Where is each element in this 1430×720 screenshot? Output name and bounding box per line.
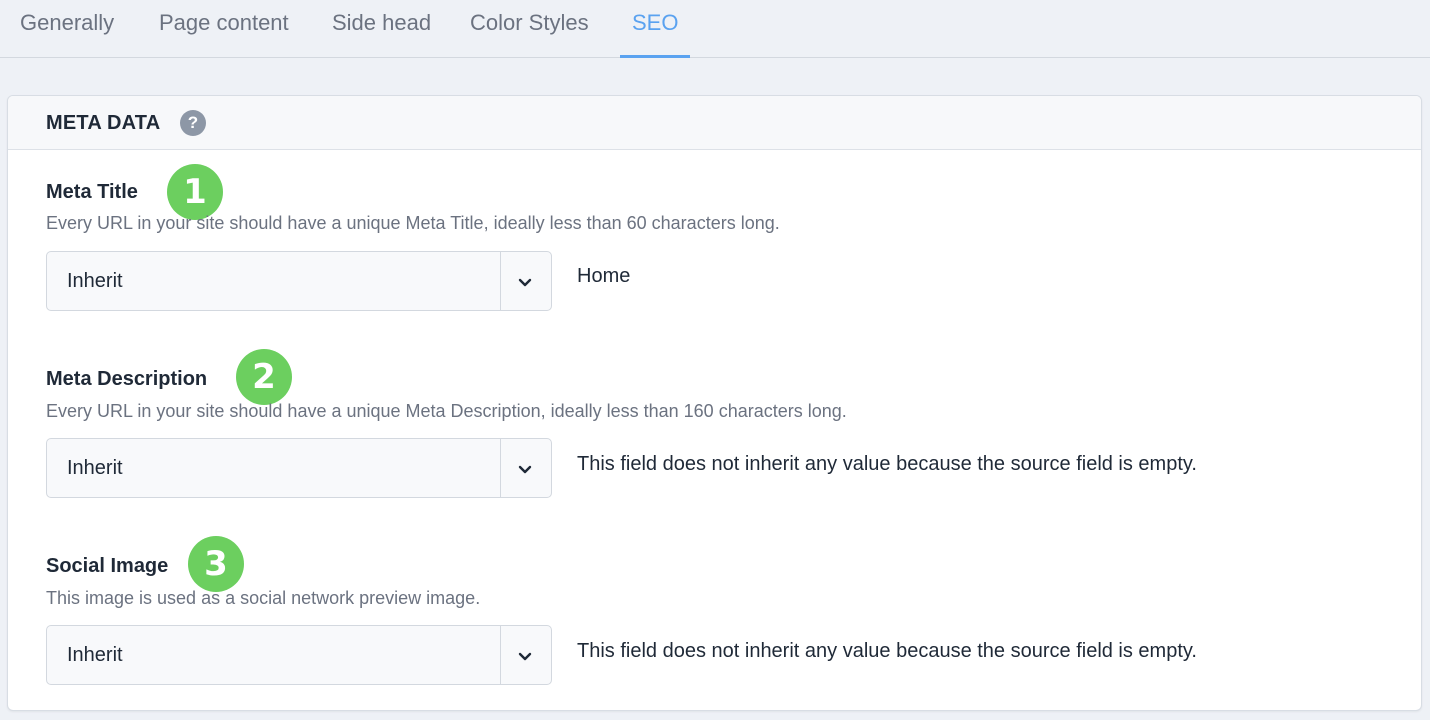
select-value: Inherit <box>67 270 123 292</box>
meta-description-label: Meta Description <box>46 368 208 390</box>
meta-description-help: Every URL in your site should have a uni… <box>46 401 847 421</box>
chevron-down-icon <box>518 652 532 661</box>
tab-side-head[interactable]: Side head <box>332 10 431 58</box>
meta-title-label: Meta Title <box>46 181 138 203</box>
panel-title: META DATA <box>46 112 161 134</box>
social-image-inherited-value: This field does not inherit any value be… <box>577 640 1197 662</box>
tab-color-styles[interactable]: Color Styles <box>470 10 589 58</box>
step-badge-1: 1 <box>167 164 223 220</box>
select-divider <box>500 252 501 310</box>
social-image-select[interactable]: Inherit <box>46 625 552 685</box>
chevron-down-icon <box>518 278 532 287</box>
meta-title-select[interactable]: Inherit <box>46 251 552 311</box>
social-image-label: Social Image <box>46 555 169 577</box>
select-value: Inherit <box>67 457 123 479</box>
meta-title-inherited-value: Home <box>577 265 631 287</box>
step-badge-3: 3 <box>188 536 244 592</box>
step-badge-2: 2 <box>236 349 292 405</box>
tab-seo[interactable]: SEO <box>619 10 692 58</box>
panel-header: META DATA ? <box>8 96 1421 150</box>
social-image-help: This image is used as a social network p… <box>46 588 481 608</box>
question-circle-icon[interactable]: ? <box>180 110 206 136</box>
select-divider <box>500 626 501 684</box>
tab-page-content[interactable]: Page content <box>159 10 289 58</box>
tab-generally[interactable]: Generally <box>20 10 114 58</box>
meta-description-inherited-value: This field does not inherit any value be… <box>577 453 1197 475</box>
select-value: Inherit <box>67 644 123 666</box>
meta-data-panel: META DATA ? Meta Title 1 Every URL in yo… <box>7 95 1422 711</box>
select-divider <box>500 439 501 497</box>
tab-bar: Generally Page content Side head Color S… <box>0 0 1430 58</box>
meta-title-help: Every URL in your site should have a uni… <box>46 213 780 233</box>
meta-description-select[interactable]: Inherit <box>46 438 552 498</box>
chevron-down-icon <box>518 465 532 474</box>
